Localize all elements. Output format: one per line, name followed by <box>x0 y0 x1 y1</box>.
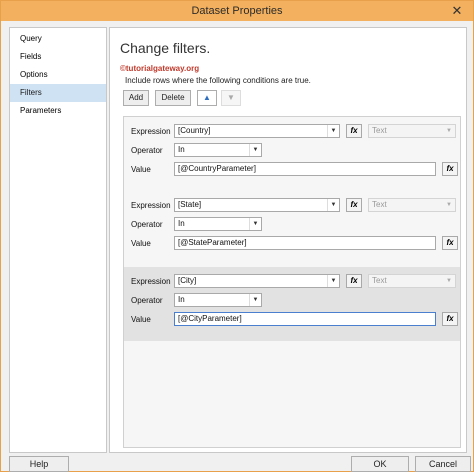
value-input[interactable]: [@StateParameter] <box>174 236 436 250</box>
type-value: Text <box>372 126 387 135</box>
operator-combo[interactable]: In ▼ <box>174 217 262 231</box>
value-label: Value <box>131 315 151 324</box>
value-fx-icon[interactable]: fx <box>442 312 458 326</box>
sidebar-item-fields[interactable]: Fields <box>10 48 106 66</box>
chevron-down-icon[interactable]: ▼ <box>249 144 261 156</box>
expression-combo[interactable]: [State] ▼ <box>174 198 340 212</box>
operator-value: In <box>178 219 185 228</box>
expression-fx-icon[interactable]: fx <box>346 198 362 212</box>
expression-label: Expression <box>131 127 171 136</box>
filters-description: Include rows where the following conditi… <box>125 76 311 85</box>
type-combo: Text ▼ <box>368 124 456 138</box>
ok-button[interactable]: OK <box>351 456 409 472</box>
expression-label: Expression <box>131 201 171 210</box>
value-label: Value <box>131 165 151 174</box>
move-up-icon[interactable]: ▲ <box>197 90 217 106</box>
sidebar: Query Fields Options Filters Parameters <box>9 27 107 453</box>
type-value: Text <box>372 200 387 209</box>
cancel-button[interactable]: Cancel <box>415 456 471 472</box>
filter-row[interactable]: Expression [State] ▼ fx Text ▼ Operator … <box>124 191 460 265</box>
operator-label: Operator <box>131 296 163 305</box>
value-label: Value <box>131 239 151 248</box>
expression-value: [City] <box>178 276 197 285</box>
title-bar: Dataset Properties ✕ <box>1 1 473 21</box>
type-combo: Text ▼ <box>368 274 456 288</box>
filter-row[interactable]: Expression [Country] ▼ fx Text ▼ Operato… <box>124 117 460 191</box>
sidebar-item-query[interactable]: Query <box>10 30 106 48</box>
window-title: Dataset Properties <box>191 5 283 17</box>
value-input[interactable]: [@CityParameter] <box>174 312 436 326</box>
expression-combo[interactable]: [City] ▼ <box>174 274 340 288</box>
filter-row-selected[interactable]: Expression [City] ▼ fx Text ▼ Operator I… <box>124 267 460 341</box>
sidebar-item-parameters[interactable]: Parameters <box>10 102 106 120</box>
expression-fx-icon[interactable]: fx <box>346 274 362 288</box>
operator-value: In <box>178 295 185 304</box>
operator-label: Operator <box>131 146 163 155</box>
expression-fx-icon[interactable]: fx <box>346 124 362 138</box>
chevron-down-icon: ▼ <box>446 128 452 134</box>
expression-combo[interactable]: [Country] ▼ <box>174 124 340 138</box>
add-button[interactable]: Add <box>123 90 149 106</box>
delete-button[interactable]: Delete <box>155 90 191 106</box>
value-input[interactable]: [@CountryParameter] <box>174 162 436 176</box>
sidebar-item-filters[interactable]: Filters <box>10 84 106 102</box>
chevron-down-icon[interactable]: ▼ <box>327 199 339 211</box>
type-combo: Text ▼ <box>368 198 456 212</box>
chevron-down-icon[interactable]: ▼ <box>327 125 339 137</box>
operator-value: In <box>178 145 185 154</box>
type-value: Text <box>372 276 387 285</box>
page-title: Change filters. <box>120 40 211 56</box>
chevron-down-icon: ▼ <box>446 278 452 284</box>
expression-value: [Country] <box>178 126 211 135</box>
chevron-down-icon[interactable]: ▼ <box>249 294 261 306</box>
value-fx-icon[interactable]: fx <box>442 236 458 250</box>
operator-label: Operator <box>131 220 163 229</box>
chevron-down-icon[interactable]: ▼ <box>249 218 261 230</box>
dataset-properties-dialog: Dataset Properties ✕ Query Fields Option… <box>0 0 474 472</box>
help-button[interactable]: Help <box>9 456 69 472</box>
filter-list: Expression [Country] ▼ fx Text ▼ Operato… <box>123 116 461 448</box>
sidebar-item-options[interactable]: Options <box>10 66 106 84</box>
close-icon[interactable]: ✕ <box>449 1 465 21</box>
operator-combo[interactable]: In ▼ <box>174 293 262 307</box>
value-fx-icon[interactable]: fx <box>442 162 458 176</box>
filters-panel: Change filters. ©tutorialgateway.org Inc… <box>109 27 467 453</box>
chevron-down-icon[interactable]: ▼ <box>327 275 339 287</box>
move-down-icon[interactable]: ▼ <box>221 90 241 106</box>
chevron-down-icon: ▼ <box>446 202 452 208</box>
expression-label: Expression <box>131 277 171 286</box>
watermark: ©tutorialgateway.org <box>120 64 200 73</box>
operator-combo[interactable]: In ▼ <box>174 143 262 157</box>
expression-value: [State] <box>178 200 202 209</box>
